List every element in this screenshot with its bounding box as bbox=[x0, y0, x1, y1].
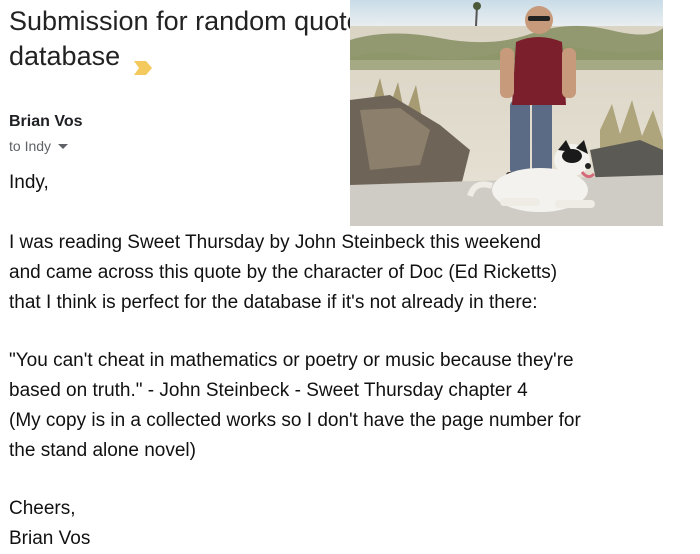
paragraph-line: that I think is perfect for the database… bbox=[9, 292, 538, 313]
paragraph-line: I was reading Sweet Thursday by John Ste… bbox=[9, 232, 541, 253]
signature: Brian Vos bbox=[9, 528, 91, 549]
recipient-label: to Indy bbox=[9, 138, 52, 154]
paragraph-line: and came across this quote by the charac… bbox=[9, 262, 558, 283]
attached-photo[interactable] bbox=[350, 0, 663, 226]
email-subject: Submission for random quotes database bbox=[9, 4, 409, 75]
paragraph-line: the stand alone novel) bbox=[9, 440, 196, 461]
sender-name[interactable]: Brian Vos bbox=[9, 113, 83, 131]
chevron-down-icon[interactable] bbox=[58, 143, 69, 149]
email-closing: Cheers, Brian Vos bbox=[9, 494, 90, 554]
important-arrow-icon[interactable] bbox=[134, 49, 153, 75]
recipient-details-toggle[interactable]: to Indy bbox=[9, 138, 69, 154]
subject-line-2: database bbox=[9, 41, 121, 71]
photo-image bbox=[350, 0, 663, 226]
paragraph-line: based on truth." - John Steinbeck - Swee… bbox=[9, 380, 528, 401]
email-greeting: Indy, bbox=[9, 172, 49, 193]
signoff: Cheers, bbox=[9, 498, 76, 519]
email-paragraph-1: I was reading Sweet Thursday by John Ste… bbox=[9, 228, 557, 318]
paragraph-line: (My copy is in a collected works so I do… bbox=[9, 410, 581, 431]
email-paragraph-2: "You can't cheat in mathematics or poetr… bbox=[9, 346, 581, 466]
subject-line-1: Submission for random quotes bbox=[9, 6, 376, 36]
paragraph-line: "You can't cheat in mathematics or poetr… bbox=[9, 350, 574, 371]
